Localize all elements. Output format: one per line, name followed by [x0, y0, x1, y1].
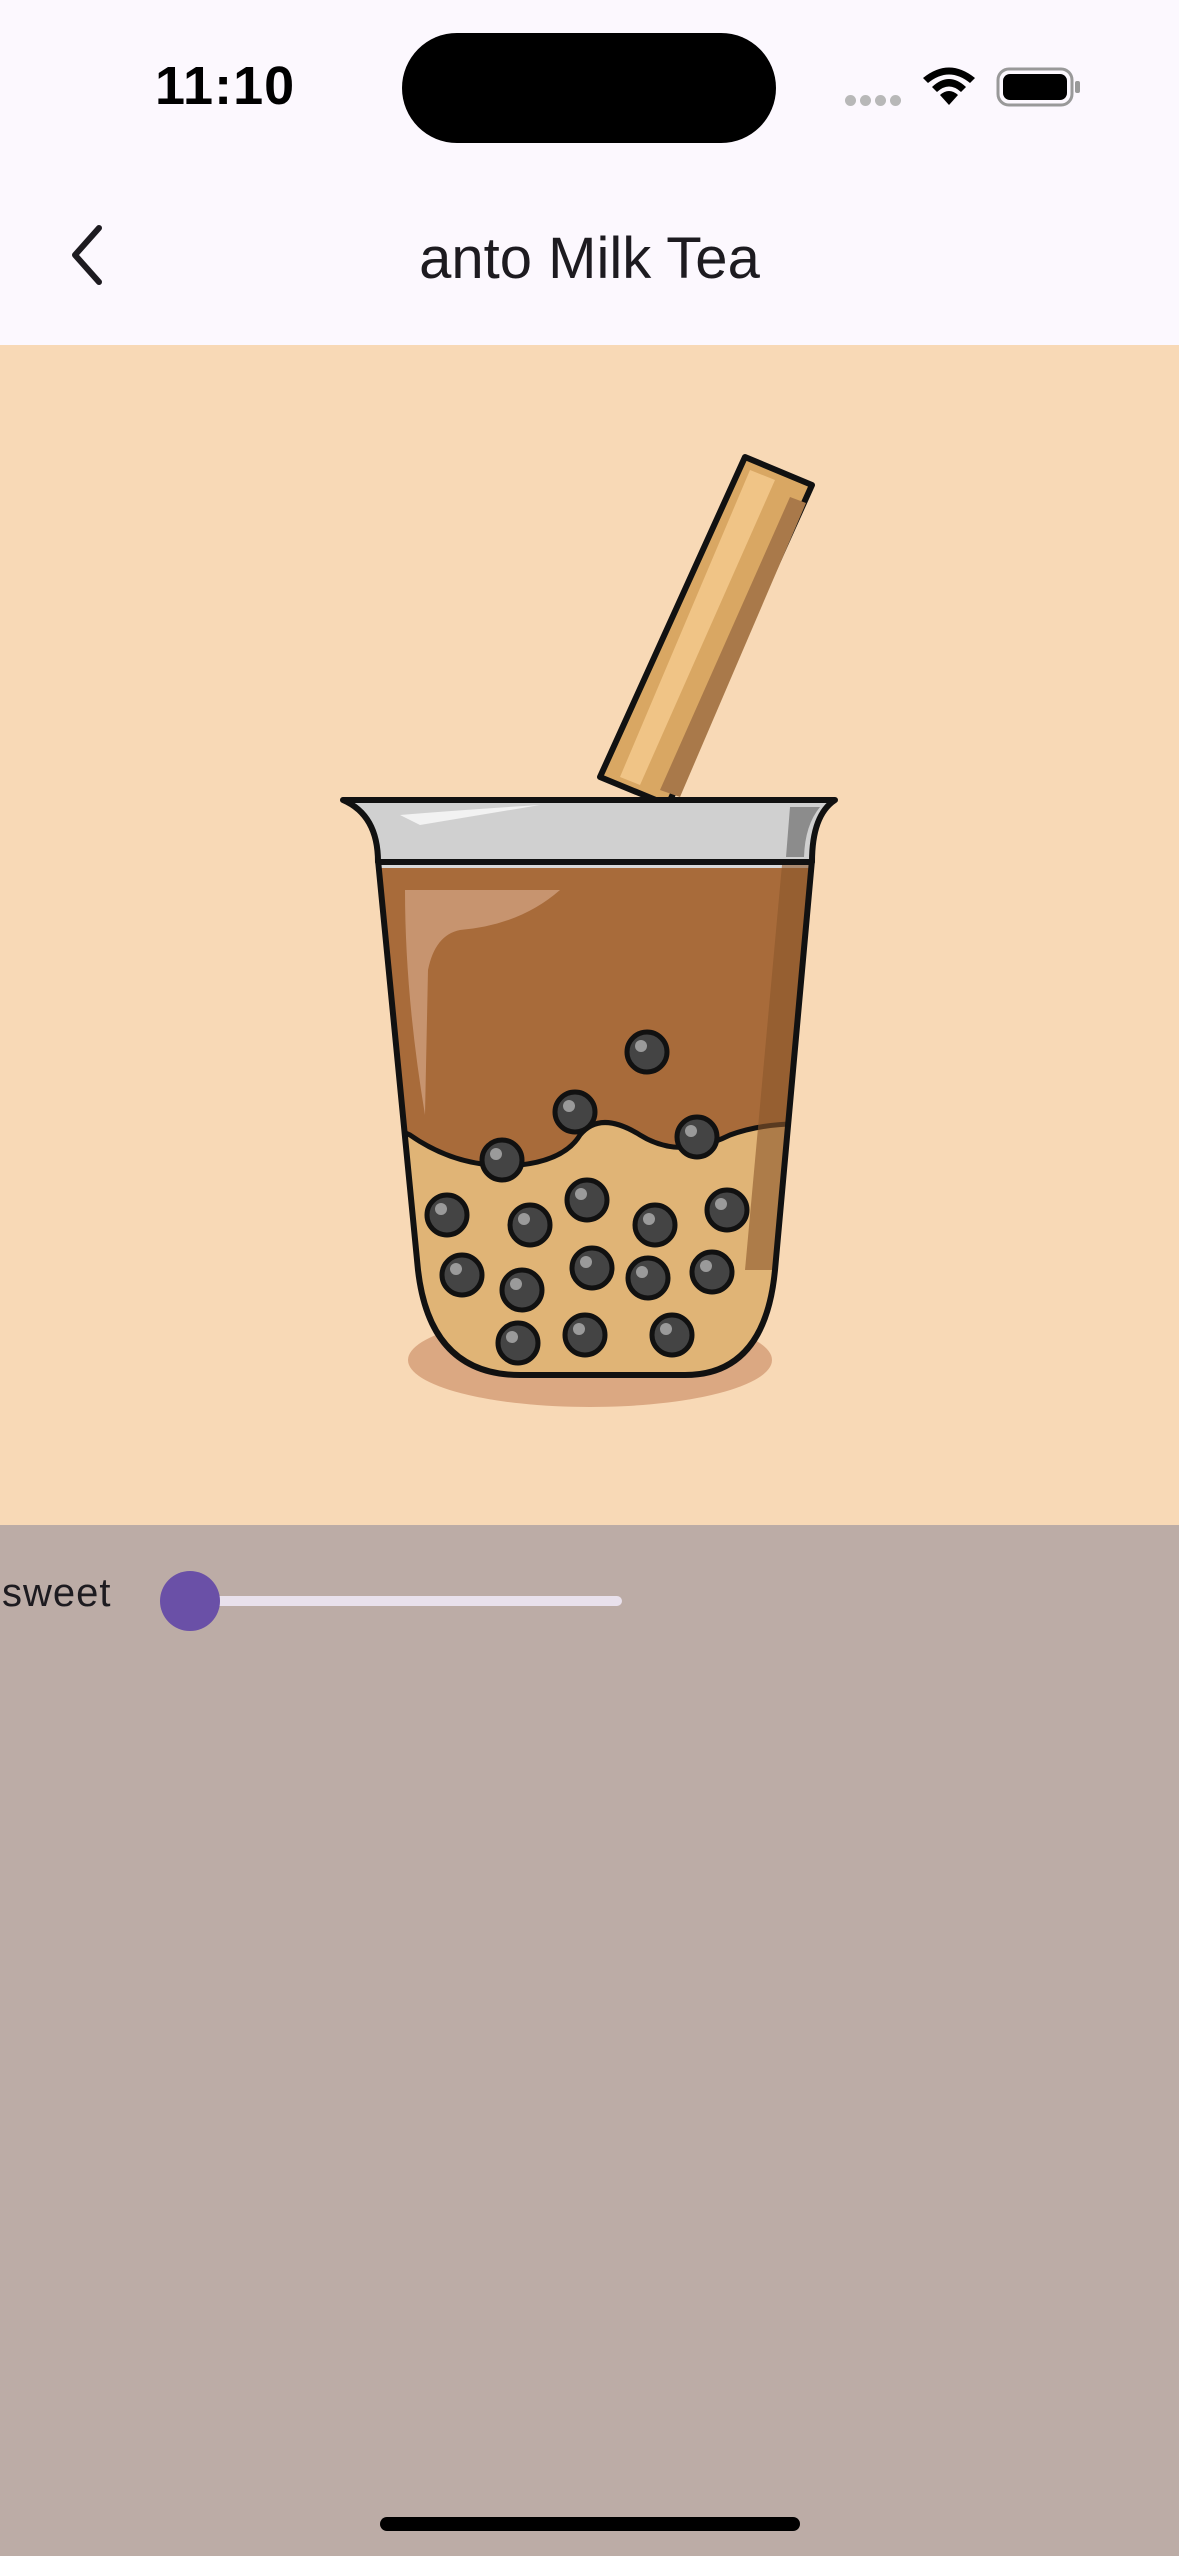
battery-icon — [996, 67, 1080, 107]
page-title: anto Milk Tea — [419, 226, 760, 291]
status-bar: 11:10 — [0, 0, 1179, 175]
controls-panel: sweet — [0, 1525, 1179, 2556]
sweetness-label: sweet — [2, 1571, 112, 1615]
dynamic-island — [402, 33, 776, 143]
product-image — [0, 345, 1179, 1525]
status-time: 11:10 — [155, 56, 296, 116]
slider-track[interactable] — [190, 1596, 622, 1606]
cellular-signal-icon — [845, 93, 905, 111]
sweetness-slider[interactable] — [160, 1565, 630, 1635]
app-bar: anto Milk Tea — [0, 175, 1179, 345]
slider-thumb[interactable] — [160, 1571, 220, 1631]
home-indicator[interactable] — [380, 2517, 800, 2531]
bubble-tea-illustration — [340, 454, 838, 1407]
wifi-icon — [923, 67, 975, 105]
